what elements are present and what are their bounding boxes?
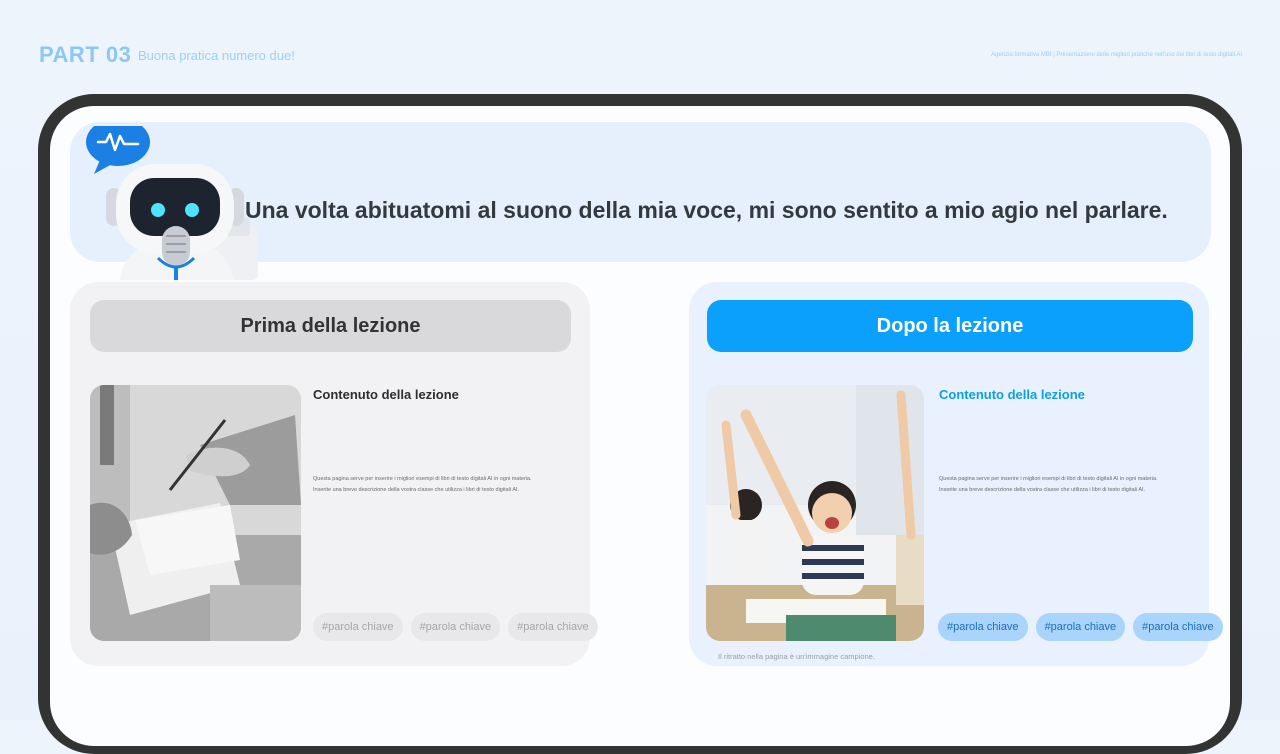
header-subtitle: Buona pratica numero due! — [138, 48, 295, 63]
after-lesson-header: Dopo la lezione — [707, 300, 1193, 352]
after-desc-line-2: Inserite una breve descrizione della vos… — [939, 487, 1146, 493]
before-desc-line-1: Questa pagina serve per inserire i migli… — [313, 476, 532, 482]
keyword-tag[interactable]: #parola chiave — [410, 613, 501, 641]
before-lesson-header: Prima della lezione — [90, 300, 571, 352]
speech-bubble-waveform-icon — [86, 126, 150, 174]
before-desc-line-2: Inserite una breve descrizione della vos… — [313, 487, 520, 493]
before-tags: #parola chiave #parola chiave #parola ch… — [313, 613, 598, 641]
sample-image-caption: Il ritratto nella pagina è un'immagine c… — [718, 652, 875, 661]
after-lesson-card: Dopo la lezione Contenuto della lezione … — [689, 282, 1223, 666]
after-lesson-photo — [706, 385, 924, 641]
before-lesson-photo — [90, 385, 301, 641]
keyword-tag[interactable]: #parola chiave — [938, 613, 1028, 641]
after-tags: #parola chiave #parola chiave #parola ch… — [938, 613, 1223, 641]
header-part-label: PART 03 — [39, 42, 132, 67]
after-desc-line-1: Questa pagina serve per inserire i migli… — [939, 476, 1158, 482]
keyword-tag[interactable]: #parola chiave — [1035, 613, 1126, 641]
after-content-title: Contenuto della lezione — [939, 387, 1085, 402]
before-content-description: Questa pagina serve per inserire i migli… — [313, 474, 573, 496]
quote-text: Una volta abituatomi al suono della mia … — [245, 197, 1168, 223]
robot-mascot-icon — [86, 126, 258, 280]
header-right-text: Agenzia formativa MBI | Presentazione de… — [991, 52, 1242, 58]
keyword-tag[interactable]: #parola chiave — [313, 613, 403, 641]
keyword-tag[interactable]: #parola chiave — [1133, 613, 1223, 641]
keyword-tag[interactable]: #parola chiave — [508, 613, 598, 641]
device-screen: Una volta abituatomi al suono della mia … — [50, 106, 1230, 746]
before-content-title: Contenuto della lezione — [313, 387, 459, 402]
quote-box: Una volta abituatomi al suono della mia … — [70, 122, 1211, 280]
before-lesson-card: Prima della lezione Contenuto della lezi… — [70, 282, 598, 666]
after-content-description: Questa pagina serve per inserire i migli… — [939, 474, 1199, 496]
